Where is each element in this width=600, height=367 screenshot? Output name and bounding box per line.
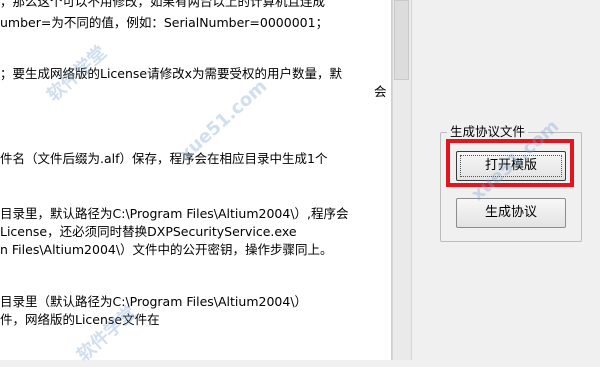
scrollbar-thumb[interactable] (394, 0, 409, 80)
text-line-6: License，还必须同时替换DXPSecurityService.exe (0, 224, 297, 239)
text-line-9: 件，网络版的License文件在 (0, 312, 160, 327)
text-line-8: 目录里（默认路径为C:\Program Files\Altium2004\） (0, 294, 308, 309)
text-line-2: ；要生成网络版的License请修改x为需要受权的用户数量，默 (0, 66, 343, 81)
text-line-5: 目录里，默认路径为C:\Program Files\Altium2004\）,程… (0, 206, 349, 221)
text-line-7: n Files\Altium2004\）文件中的公开密钥，操作步骤同上。 (0, 242, 333, 257)
instructions-text-area[interactable]: ，那么这个可以不用修改，如果有两台以上的计算机且连成 umber=为不同的值，例… (0, 0, 392, 360)
text-line-3: 会 (374, 84, 387, 99)
generate-license-button[interactable]: 生成协议 (456, 198, 566, 228)
focus-ring (460, 155, 562, 177)
text-line-4: 件名（文件后缀为.alf）保存，程序会在相应目录中生成1个 (0, 151, 328, 166)
text-line-1: umber=为不同的值，例如：SerialNumber=0000001； (0, 15, 329, 30)
group-title: 生成协议文件 (447, 124, 529, 140)
text-line-partial: ，那么这个可以不用修改，如果有两台以上的计算机且连成 (0, 0, 326, 9)
vertical-scrollbar[interactable] (392, 0, 412, 360)
open-template-button[interactable]: 打开模版 (456, 151, 566, 181)
generate-license-label: 生成协议 (484, 205, 537, 220)
